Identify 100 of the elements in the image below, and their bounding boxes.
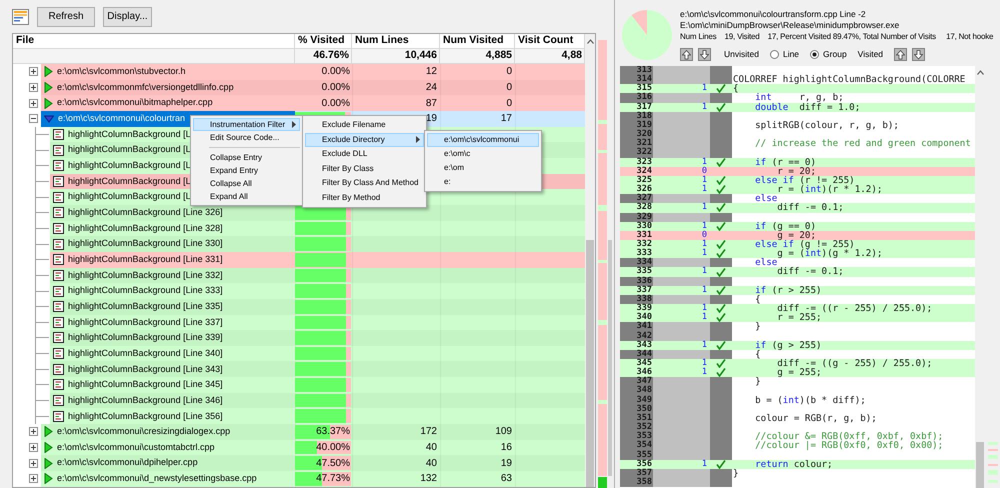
gutter-cell bbox=[653, 148, 710, 158]
scroll-up-icon[interactable] bbox=[976, 70, 984, 75]
tree-row[interactable]: highlightColumnBackground [Line 343] bbox=[50, 361, 585, 378]
function-label: highlightColumnBackground [Line 356] bbox=[68, 410, 223, 423]
tree-row[interactable]: highlightColumnBackground [Line 340] bbox=[50, 346, 585, 362]
menu-item[interactable]: Instrumentation Filter bbox=[193, 118, 300, 131]
function-label: highlightColumnBackground [Line 335] bbox=[68, 300, 223, 313]
function-label: highlightColumnBackground [L bbox=[68, 159, 191, 172]
expand-icon[interactable] bbox=[29, 427, 38, 436]
scrollbar-thumb[interactable] bbox=[586, 240, 594, 487]
expand-icon[interactable] bbox=[29, 458, 38, 468]
file-path: e:\om\c\svlcommonui\bitmaphelper.cpp bbox=[57, 96, 213, 110]
tree-row[interactable]: highlightColumnBackground [Line 356] bbox=[50, 408, 585, 424]
gutter-cell bbox=[710, 322, 732, 332]
tree-row[interactable]: highlightColumnBackground [Line 328] bbox=[50, 220, 585, 236]
tree-row[interactable]: e:\om\c\svlcommonmfc\versiongetdllinfo.cpp 0.00% 24 0 bbox=[41, 80, 585, 96]
tree-row[interactable]: highlightColumnBackground [Line 333] bbox=[50, 283, 585, 299]
radio-icon[interactable] bbox=[770, 50, 779, 59]
arrow-down-button[interactable] bbox=[698, 48, 711, 61]
coverage-overview-drawing bbox=[988, 442, 998, 483]
arrow-up-icon bbox=[896, 50, 906, 60]
expand-icon[interactable] bbox=[29, 98, 38, 108]
menu-item[interactable]: Filter By Class And Method bbox=[305, 176, 424, 190]
file-path: e:\om\c\svlcommon\stubvector.h bbox=[57, 65, 186, 78]
expand-icon[interactable] bbox=[29, 67, 38, 76]
menu-item[interactable]: e:\om bbox=[427, 161, 539, 175]
play-icon bbox=[44, 458, 53, 469]
visit-count: 1 bbox=[700, 460, 708, 469]
tree-row[interactable]: highlightColumnBackground [Line 331] bbox=[50, 252, 585, 268]
radio-button[interactable]: Group bbox=[810, 48, 847, 61]
code-line: colour = RGB(r, g, b); bbox=[754, 414, 877, 424]
tree-row[interactable]: highlightColumnBackground [Line 339] bbox=[50, 330, 585, 346]
gutter-cell bbox=[653, 66, 710, 76]
tree-row[interactable]: highlightColumnBackground [Line 345] bbox=[50, 377, 585, 393]
menu-item[interactable]: e: bbox=[427, 175, 539, 189]
tree-row[interactable]: highlightColumnBackground [Line 346] bbox=[50, 392, 585, 408]
menu-item[interactable]: Collapse Entry bbox=[193, 151, 300, 164]
tree-row[interactable]: e:\om\c\svlcommonui\bitmaphelper.cpp 0.00% 87 0 bbox=[41, 95, 585, 111]
report-icon[interactable] bbox=[12, 8, 29, 24]
arrow-down-button[interactable] bbox=[912, 48, 926, 61]
code-line: else bbox=[754, 258, 778, 268]
tree-row[interactable]: highlightColumnBackground [Line 337] bbox=[50, 314, 585, 330]
code-line: if (g == 0) bbox=[754, 222, 816, 231]
visit-count: 0 bbox=[700, 166, 708, 176]
code-line: int r, g, b; bbox=[754, 93, 844, 103]
gutter-cell bbox=[653, 322, 710, 332]
table-cell-text: 87 bbox=[426, 96, 437, 111]
toolbar-button[interactable]: Display... bbox=[103, 6, 152, 26]
line-number: 325 bbox=[636, 176, 653, 185]
menu-item[interactable]: Collapse All bbox=[193, 177, 300, 190]
radio-button[interactable]: Line bbox=[770, 48, 800, 61]
code-line: b = (int)(b * diff); bbox=[754, 396, 866, 405]
line-number: 324 bbox=[636, 166, 653, 176]
tree-row[interactable]: highlightColumnBackground [Line 330] bbox=[50, 236, 585, 252]
scrollbar[interactable] bbox=[585, 34, 595, 487]
line-number: 318 bbox=[620, 112, 653, 121]
gutter-cell bbox=[653, 377, 710, 386]
menu-item[interactable]: Expand All bbox=[193, 190, 300, 203]
arrow-up-button[interactable] bbox=[680, 48, 693, 61]
menu-item[interactable]: Exclude Directory bbox=[305, 132, 424, 147]
arrow-up-icon bbox=[682, 50, 691, 60]
line-number: 345 bbox=[636, 359, 653, 368]
scrollbar-thumb[interactable] bbox=[976, 442, 984, 488]
line-number: 351 bbox=[620, 414, 653, 424]
expand-icon[interactable] bbox=[29, 474, 38, 484]
line-number: 347 bbox=[620, 377, 653, 386]
line-number: 352 bbox=[620, 423, 653, 432]
toolbar-button[interactable]: Refresh bbox=[37, 6, 95, 26]
collapse-icon[interactable] bbox=[29, 114, 38, 124]
menu-item[interactable]: e:\om\c\svlcommonui bbox=[427, 133, 539, 147]
arrow-up-button[interactable] bbox=[894, 48, 908, 61]
radio-icon[interactable] bbox=[810, 50, 820, 59]
play-icon bbox=[44, 442, 53, 454]
scroll-up-icon[interactable] bbox=[586, 39, 594, 44]
function-label: highlightColumnBackground [L bbox=[68, 128, 191, 141]
tree-row[interactable]: e:\om\c\svlcommon\stubvector.h 0.00% 12 0 bbox=[41, 64, 585, 80]
tree-row[interactable]: highlightColumnBackground [Line 335] bbox=[50, 298, 585, 314]
code-line: g = 20; bbox=[777, 230, 816, 240]
function-icon bbox=[53, 316, 64, 328]
menu-item[interactable]: Filter By Class bbox=[305, 162, 424, 176]
table-cell-text: 40 bbox=[426, 441, 437, 456]
expand-icon[interactable] bbox=[29, 443, 38, 452]
expand-icon[interactable] bbox=[29, 82, 38, 92]
menu-item[interactable]: e:\om\c bbox=[427, 147, 539, 161]
visit-count: 1 bbox=[700, 313, 708, 322]
visit-count: 1 bbox=[700, 267, 708, 277]
menu-item[interactable]: Exclude Filename bbox=[305, 118, 424, 132]
menu-item[interactable]: Exclude DLL bbox=[305, 147, 424, 162]
code-line: else if (r != 255) bbox=[754, 176, 855, 186]
menu-item[interactable]: Edit Source Code... bbox=[193, 131, 300, 144]
gutter-cell bbox=[710, 75, 732, 84]
menu-item[interactable]: Expand Entry bbox=[193, 164, 300, 177]
line-number: 336 bbox=[620, 276, 653, 286]
line-number: 315 bbox=[636, 84, 653, 94]
function-label: highlightColumnBackground [Line 331] bbox=[68, 252, 223, 266]
visit-count: 1 bbox=[700, 286, 708, 295]
code-line: diff -= ((g - 255) / 255.0); bbox=[776, 359, 932, 368]
menu-item[interactable]: Filter By Method bbox=[305, 190, 424, 205]
tree-row[interactable]: highlightColumnBackground [Line 332] bbox=[50, 268, 585, 284]
function-icon bbox=[53, 332, 64, 344]
